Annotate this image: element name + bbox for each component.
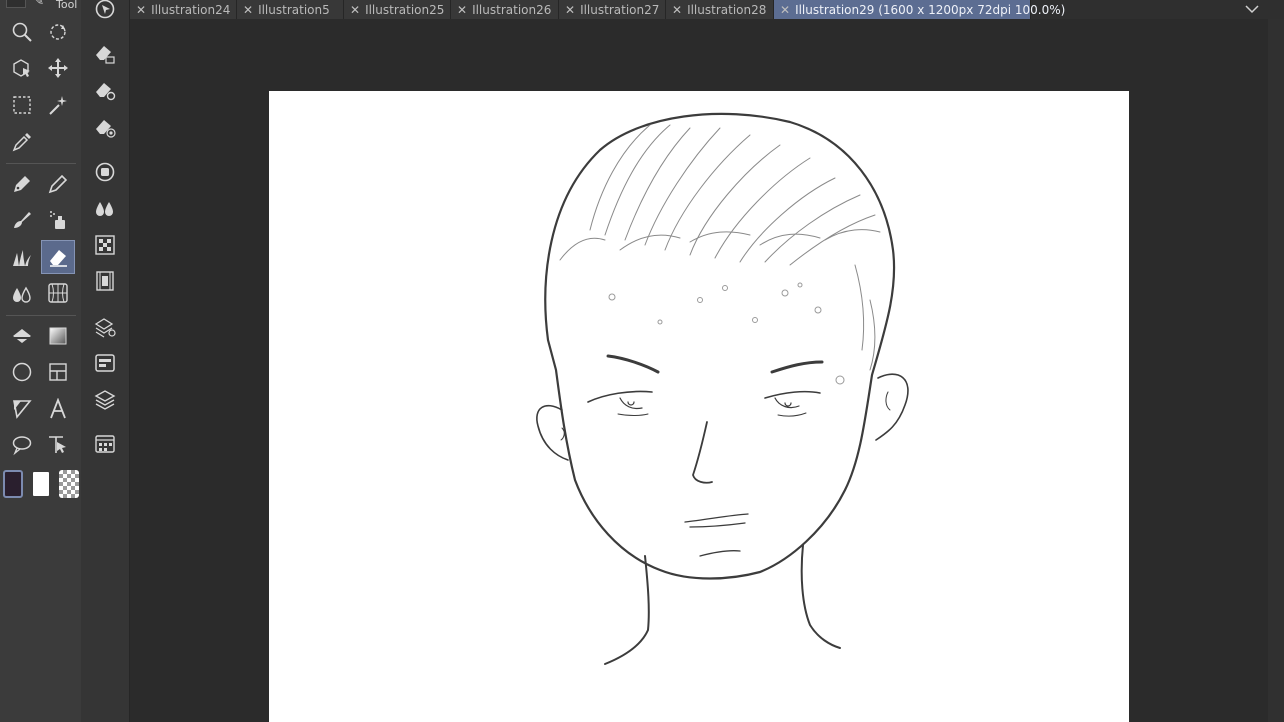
color-set-icon[interactable] xyxy=(88,228,122,262)
tab-label: Illustration26 xyxy=(472,2,552,17)
eraser-tool-icon[interactable] xyxy=(41,240,75,274)
tab-close-icon[interactable]: ✕ xyxy=(350,3,360,17)
pencil-sketch-face xyxy=(536,112,909,665)
tab-list-chevron-down-icon[interactable] xyxy=(1244,1,1260,17)
object-select-icon[interactable] xyxy=(5,51,39,85)
tab-close-icon[interactable]: ✕ xyxy=(672,3,682,17)
tab-close-icon[interactable]: ✕ xyxy=(457,3,467,17)
text-tool-icon[interactable] xyxy=(41,392,75,426)
main-color-chip[interactable] xyxy=(3,470,23,498)
pencil-tool-icon[interactable] xyxy=(41,167,75,201)
tool-palette-title: Tool xyxy=(56,0,78,11)
zoom-tool-icon[interactable] xyxy=(5,15,39,49)
tab-label: Illustration27 xyxy=(580,2,660,17)
rotate-view-icon[interactable] xyxy=(41,15,75,49)
tab-illustration28[interactable]: ✕ Illustration28 xyxy=(666,0,774,19)
eraser-preset-icon[interactable] xyxy=(88,111,122,145)
tab-illustration26[interactable]: ✕ Illustration26 xyxy=(451,0,559,19)
eraser-settings-icon[interactable] xyxy=(88,74,122,108)
airbrush-tool-icon[interactable] xyxy=(41,203,75,237)
drawing-canvas[interactable] xyxy=(269,91,1129,722)
timeline-icon[interactable] xyxy=(88,264,122,298)
layer-icon[interactable] xyxy=(88,382,122,416)
tool-palette-header: ✎ Tool xyxy=(0,0,81,12)
rectangle-selection-icon[interactable] xyxy=(5,88,39,122)
tab-illustration27[interactable]: ✕ Illustration27 xyxy=(559,0,666,19)
decoration-tool-icon[interactable] xyxy=(5,240,39,274)
perspective-ruler-icon[interactable] xyxy=(41,276,75,310)
transparent-color-chip[interactable] xyxy=(59,470,79,498)
brush-size-icon[interactable] xyxy=(88,155,122,189)
tab-illustration5[interactable]: ✕ Illustration5 xyxy=(237,0,344,19)
gradient-tool-icon[interactable] xyxy=(41,319,75,353)
fill-tool-icon[interactable] xyxy=(5,319,39,353)
tab-label: Illustration29 (1600 x 1200px 72dpi 100.… xyxy=(795,2,1066,17)
tab-illustration29[interactable]: ✕ Illustration29 (1600 x 1200px 72dpi 10… xyxy=(774,0,1065,19)
color-mix-icon[interactable] xyxy=(88,191,122,225)
correct-line-icon[interactable] xyxy=(5,392,39,426)
toolbar-divider xyxy=(6,315,76,316)
move-tool-icon[interactable] xyxy=(41,51,75,85)
tab-label: Illustration25 xyxy=(365,2,445,17)
tab-label: Illustration28 xyxy=(687,2,767,17)
tab-close-icon[interactable]: ✕ xyxy=(136,3,146,17)
vertical-scrollbar[interactable] xyxy=(1268,19,1284,722)
tab-illustration24[interactable]: ✕ Illustration24 xyxy=(130,0,237,19)
navigator-icon[interactable] xyxy=(88,0,122,26)
tab-close-icon[interactable]: ✕ xyxy=(243,3,253,17)
document-tab-bar: ✕ Illustration24 ✕ Illustration5 ✕ Illus… xyxy=(130,0,1284,19)
auto-select-wand-icon[interactable] xyxy=(41,88,75,122)
tool-palette: ✎ Tool xyxy=(0,0,82,722)
eyedropper-icon[interactable] xyxy=(5,125,39,159)
layer-property-icon[interactable] xyxy=(88,310,122,344)
sub-color-chip[interactable] xyxy=(31,470,51,498)
operation-pointer-icon[interactable] xyxy=(41,428,75,462)
tab-label: Illustration5 xyxy=(258,2,330,17)
palette-dock-bar xyxy=(81,0,130,722)
frame-border-icon[interactable] xyxy=(41,355,75,389)
item-bank-icon[interactable] xyxy=(88,427,122,461)
tab-close-icon[interactable]: ✕ xyxy=(565,3,575,17)
tool-palette-brush-icon: ✎ xyxy=(34,0,45,8)
tab-illustration25[interactable]: ✕ Illustration25 xyxy=(344,0,451,19)
figure-tool-icon[interactable] xyxy=(5,355,39,389)
tab-close-icon[interactable]: ✕ xyxy=(780,3,790,17)
toolbar-divider xyxy=(6,163,76,164)
palette-menu-button[interactable] xyxy=(6,0,26,8)
balloon-tool-icon[interactable] xyxy=(5,428,39,462)
layer-search-icon[interactable] xyxy=(88,346,122,380)
blend-tool-icon[interactable] xyxy=(5,276,39,310)
brush-tool-icon[interactable] xyxy=(5,203,39,237)
pen-tool-icon[interactable] xyxy=(5,167,39,201)
eraser-list-icon[interactable] xyxy=(88,37,122,71)
tab-label: Illustration24 xyxy=(151,2,231,17)
